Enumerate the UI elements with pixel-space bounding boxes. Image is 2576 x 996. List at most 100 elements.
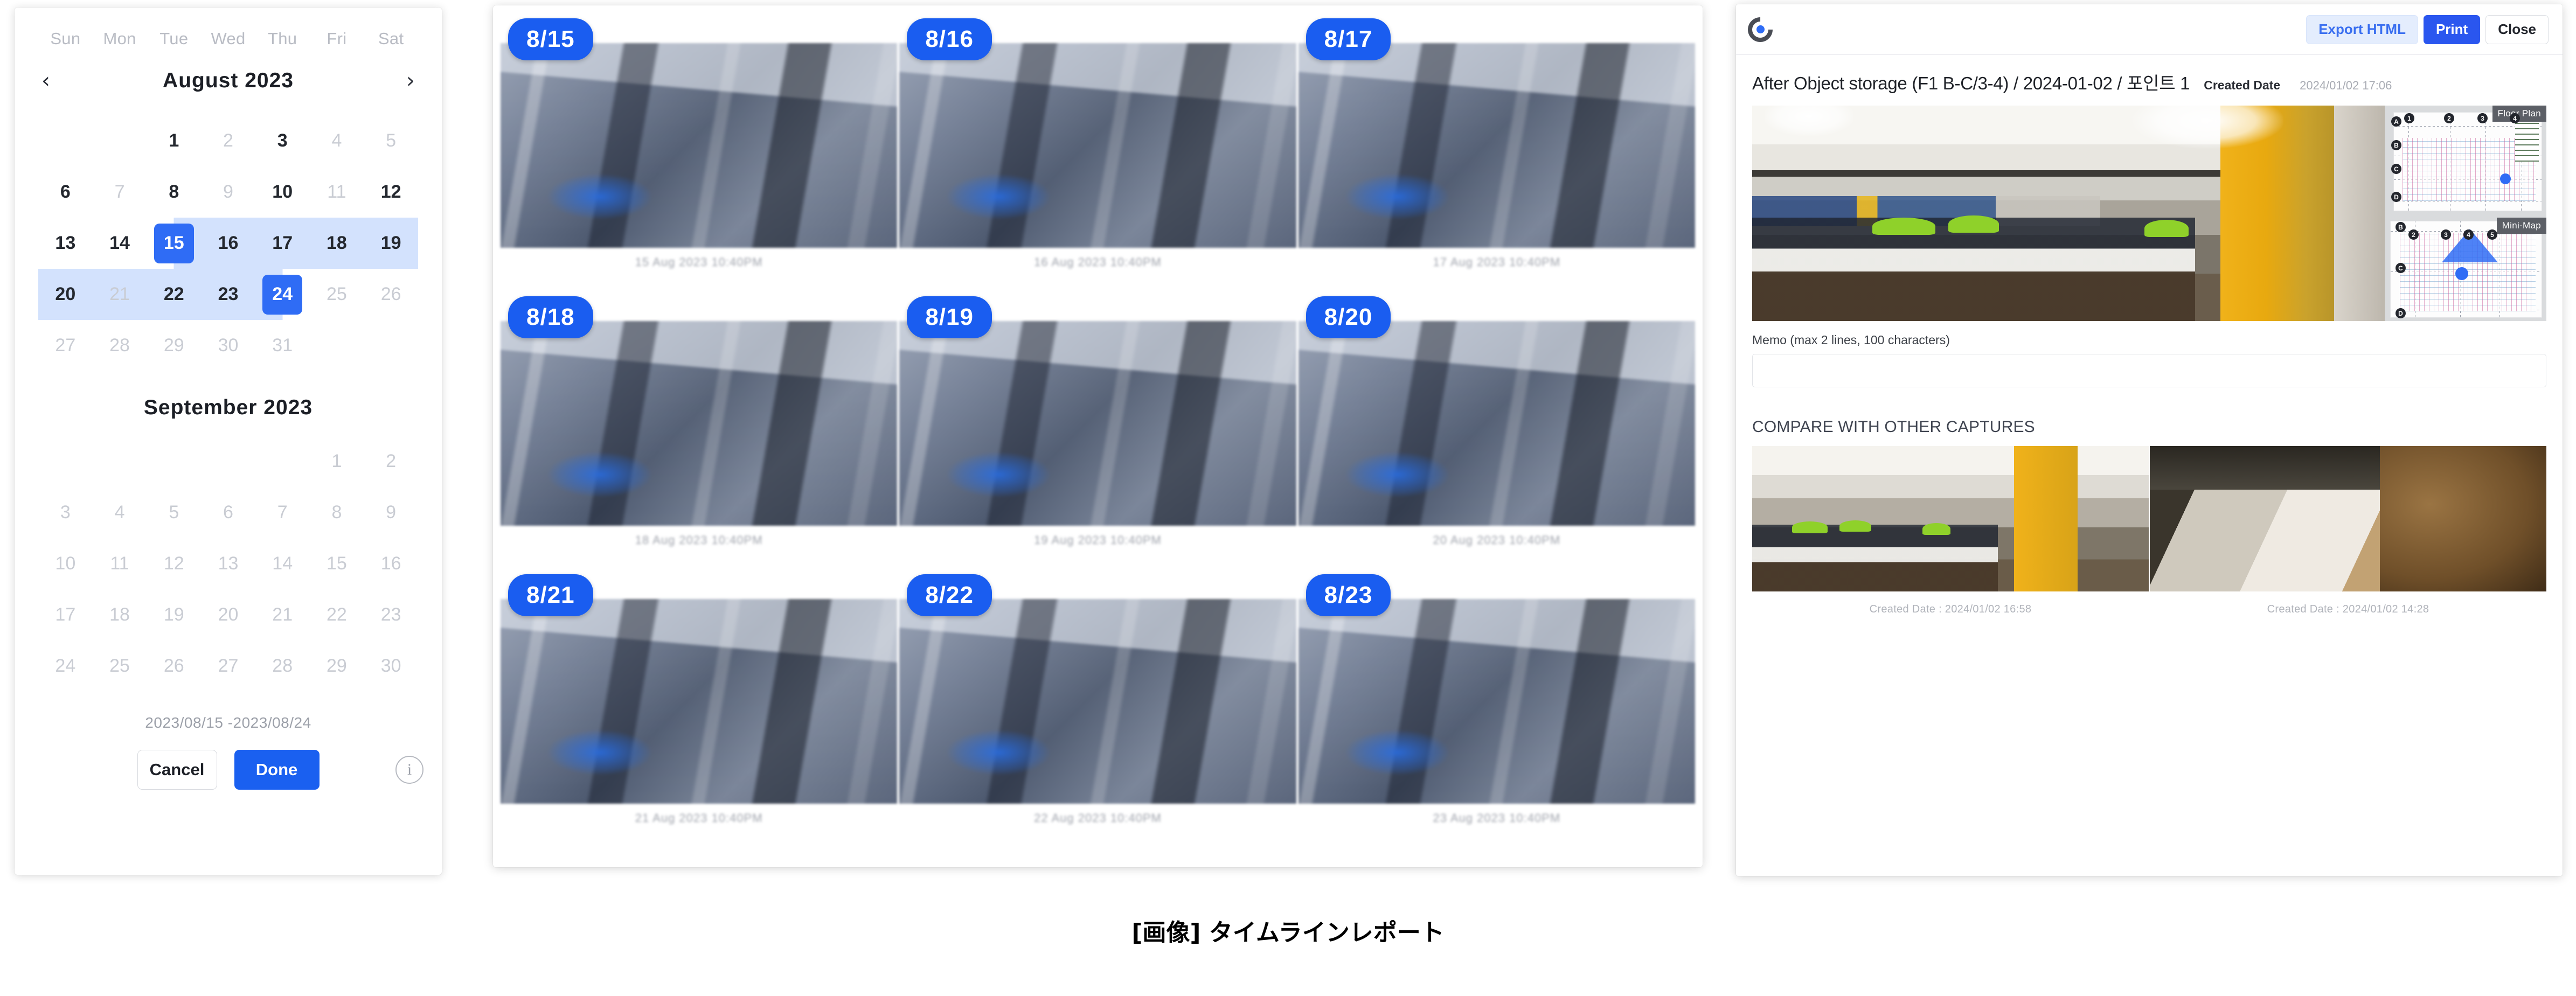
september-day-9[interactable]: 9 bbox=[364, 487, 418, 538]
timeline-thumbnail[interactable] bbox=[501, 321, 898, 526]
august-day-2[interactable]: 2 bbox=[201, 115, 255, 166]
september-day-30[interactable]: 30 bbox=[364, 640, 418, 692]
timeline-cell[interactable]: 8/18 18 Aug 2023 10:40PM bbox=[501, 296, 898, 574]
timeline-thumbnail[interactable] bbox=[899, 599, 1296, 804]
august-day-11[interactable]: 11 bbox=[310, 166, 364, 218]
done-button[interactable]: Done bbox=[234, 750, 320, 790]
august-day-10[interactable]: 10 bbox=[255, 166, 310, 218]
timeline-cell[interactable]: 8/20 20 Aug 2023 10:40PM bbox=[1298, 296, 1695, 574]
september-day-28[interactable]: 28 bbox=[255, 640, 310, 692]
september-day-1[interactable]: 1 bbox=[310, 436, 364, 487]
chevron-left-icon[interactable]: ‹ bbox=[41, 70, 50, 92]
chevron-right-icon[interactable]: › bbox=[406, 70, 415, 92]
info-icon[interactable]: i bbox=[395, 756, 423, 784]
hero-capture-viewer[interactable]: Floor Plan A B C D 1 2 3 4 Mini-Map B C … bbox=[1752, 106, 2546, 321]
august-day-21[interactable]: 21 bbox=[92, 269, 147, 320]
floor-plan-canvas[interactable] bbox=[2393, 112, 2542, 211]
september-day-15[interactable]: 15 bbox=[310, 538, 364, 589]
capture-photo[interactable] bbox=[1752, 106, 2385, 321]
august-day-19[interactable]: 19 bbox=[364, 218, 418, 269]
september-day-22[interactable]: 22 bbox=[310, 589, 364, 640]
timeline-thumbnail[interactable] bbox=[1298, 43, 1695, 248]
compare-item[interactable]: Created Date : 2024/01/02 16:58 bbox=[1752, 446, 2149, 616]
september-day-25[interactable]: 25 bbox=[93, 640, 147, 692]
compare-item[interactable]: Created Date : 2024/01/02 14:28 bbox=[2150, 446, 2546, 616]
september-day-19[interactable]: 19 bbox=[147, 589, 201, 640]
memo-input[interactable] bbox=[1752, 354, 2546, 387]
august-day-5[interactable]: 5 bbox=[364, 115, 418, 166]
day-number: 4 bbox=[114, 502, 125, 523]
september-day-21[interactable]: 21 bbox=[255, 589, 310, 640]
september-day-10[interactable]: 10 bbox=[38, 538, 93, 589]
timeline-thumbnail[interactable] bbox=[899, 321, 1296, 526]
september-day-5[interactable]: 5 bbox=[147, 487, 201, 538]
timeline-cell[interactable]: 8/22 22 Aug 2023 10:40PM bbox=[899, 574, 1296, 852]
august-day-15[interactable]: 15 bbox=[147, 218, 202, 269]
september-day-24[interactable]: 24 bbox=[38, 640, 93, 692]
compare-photo[interactable] bbox=[2150, 446, 2546, 591]
august-day-4[interactable]: 4 bbox=[310, 115, 364, 166]
day-number: 31 bbox=[272, 335, 293, 356]
print-button[interactable]: Print bbox=[2423, 15, 2481, 44]
september-day-20[interactable]: 20 bbox=[201, 589, 255, 640]
august-day-28[interactable]: 28 bbox=[93, 320, 147, 371]
september-day-7[interactable]: 7 bbox=[255, 487, 310, 538]
september-day-3[interactable]: 3 bbox=[38, 487, 93, 538]
august-day-17[interactable]: 17 bbox=[255, 218, 310, 269]
august-day-27[interactable]: 27 bbox=[38, 320, 93, 371]
timeline-thumbnail[interactable] bbox=[899, 43, 1296, 248]
september-day-6[interactable]: 6 bbox=[201, 487, 255, 538]
august-day-29[interactable]: 29 bbox=[147, 320, 201, 371]
timeline-cell[interactable]: 8/15 15 Aug 2023 10:40PM bbox=[501, 18, 898, 296]
august-day-25[interactable]: 25 bbox=[310, 269, 364, 320]
august-day-31[interactable]: 31 bbox=[255, 320, 310, 371]
august-day-7[interactable]: 7 bbox=[93, 166, 147, 218]
mini-map-panel[interactable]: Mini-Map B C D 2 3 4 5 bbox=[2385, 218, 2546, 321]
september-day-12[interactable]: 12 bbox=[147, 538, 201, 589]
september-day-11[interactable]: 11 bbox=[93, 538, 147, 589]
august-day-18[interactable]: 18 bbox=[309, 218, 364, 269]
september-day-29[interactable]: 29 bbox=[310, 640, 364, 692]
timeline-cell[interactable]: 8/21 21 Aug 2023 10:40PM bbox=[501, 574, 898, 852]
august-day-30[interactable]: 30 bbox=[201, 320, 255, 371]
september-day-18[interactable]: 18 bbox=[93, 589, 147, 640]
floor-plan-panel[interactable]: Floor Plan A B C D 1 2 3 4 bbox=[2385, 106, 2546, 218]
timeline-thumbnail[interactable] bbox=[501, 599, 898, 804]
august-day-13[interactable]: 13 bbox=[38, 218, 93, 269]
timeline-cell[interactable]: 8/17 17 Aug 2023 10:40PM bbox=[1298, 18, 1695, 296]
export-html-button[interactable]: Export HTML bbox=[2306, 15, 2418, 44]
august-day-9[interactable]: 9 bbox=[201, 166, 255, 218]
september-day-16[interactable]: 16 bbox=[364, 538, 418, 589]
floor-plan-position-marker[interactable] bbox=[2500, 173, 2511, 184]
august-day-26[interactable]: 26 bbox=[364, 269, 418, 320]
september-day-27[interactable]: 27 bbox=[201, 640, 255, 692]
september-day-23[interactable]: 23 bbox=[364, 589, 418, 640]
september-day-4[interactable]: 4 bbox=[93, 487, 147, 538]
timeline-cell[interactable]: 8/23 23 Aug 2023 10:40PM bbox=[1298, 574, 1695, 852]
september-day-13[interactable]: 13 bbox=[201, 538, 255, 589]
august-day-3[interactable]: 3 bbox=[255, 115, 310, 166]
september-day-26[interactable]: 26 bbox=[147, 640, 201, 692]
timeline-cell[interactable]: 8/16 16 Aug 2023 10:40PM bbox=[899, 18, 1296, 296]
timeline-thumbnail[interactable] bbox=[1298, 599, 1695, 804]
timeline-thumbnail[interactable] bbox=[501, 43, 898, 248]
cancel-button[interactable]: Cancel bbox=[137, 750, 217, 790]
august-day-24[interactable]: 24 bbox=[255, 269, 310, 320]
august-day-8[interactable]: 8 bbox=[147, 166, 201, 218]
august-day-1[interactable]: 1 bbox=[147, 115, 201, 166]
august-day-16[interactable]: 16 bbox=[201, 218, 255, 269]
september-day-2[interactable]: 2 bbox=[364, 436, 418, 487]
august-day-20[interactable]: 20 bbox=[38, 269, 93, 320]
august-day-12[interactable]: 12 bbox=[364, 166, 418, 218]
august-day-22[interactable]: 22 bbox=[147, 269, 202, 320]
timeline-thumbnail[interactable] bbox=[1298, 321, 1695, 526]
august-day-6[interactable]: 6 bbox=[38, 166, 93, 218]
timeline-cell[interactable]: 8/19 19 Aug 2023 10:40PM bbox=[899, 296, 1296, 574]
august-day-23[interactable]: 23 bbox=[201, 269, 255, 320]
compare-photo[interactable] bbox=[1752, 446, 2149, 591]
august-day-14[interactable]: 14 bbox=[93, 218, 147, 269]
september-day-8[interactable]: 8 bbox=[310, 487, 364, 538]
september-day-14[interactable]: 14 bbox=[255, 538, 310, 589]
close-button[interactable]: Close bbox=[2485, 15, 2549, 44]
september-day-17[interactable]: 17 bbox=[38, 589, 93, 640]
